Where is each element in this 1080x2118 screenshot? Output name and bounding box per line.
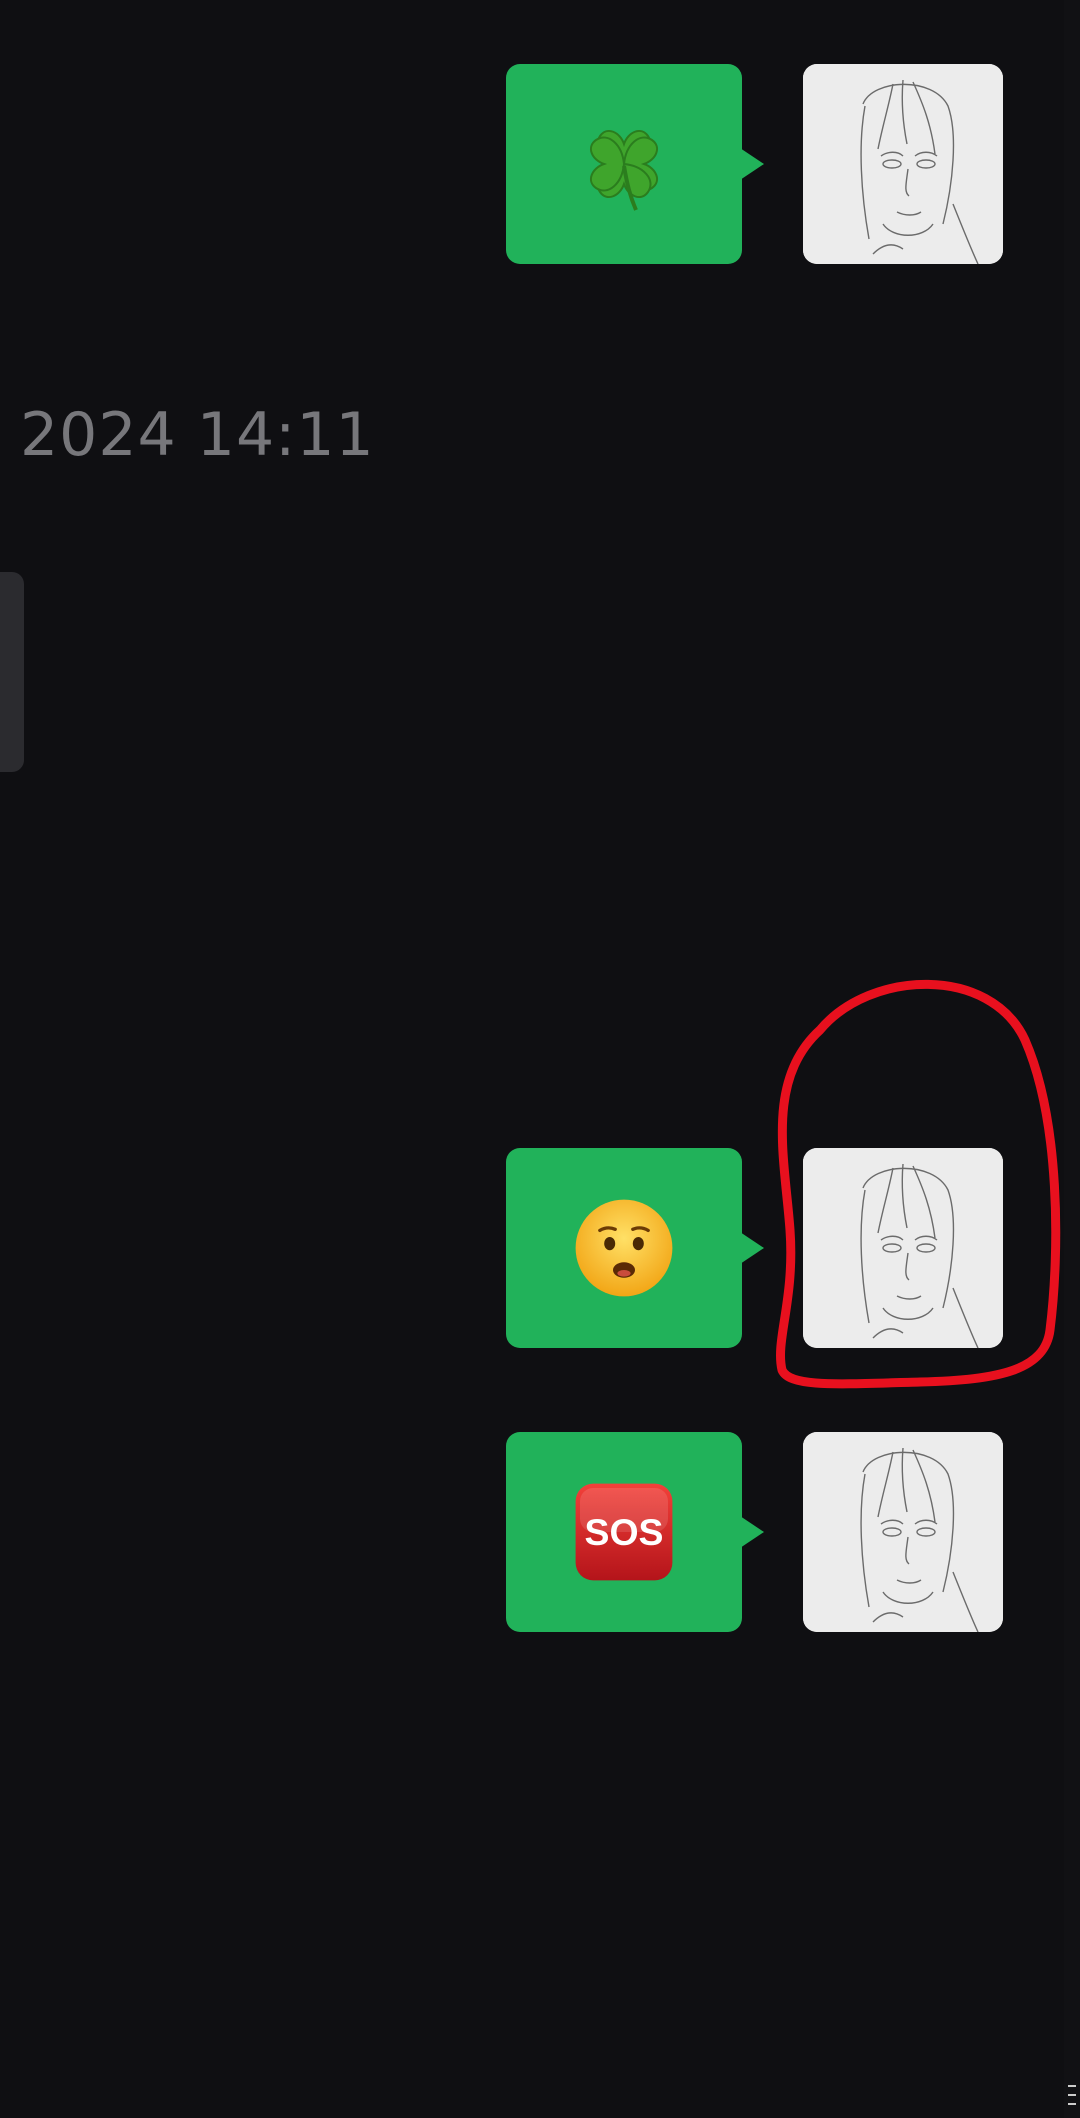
message-bubble[interactable] bbox=[506, 1148, 764, 1348]
message-bubble[interactable] bbox=[506, 64, 764, 264]
sos-label: SOS bbox=[585, 1511, 664, 1553]
sos-button-icon: SOS bbox=[575, 1483, 673, 1581]
incoming-message-bubble-partial[interactable] bbox=[0, 572, 24, 772]
sketch-portrait-avatar bbox=[803, 1148, 1003, 1348]
four-leaf-clover-icon bbox=[589, 129, 659, 211]
avatar[interactable] bbox=[803, 1148, 1003, 1348]
message-timestamp: 2024 14:11 bbox=[20, 400, 375, 470]
avatar[interactable] bbox=[803, 64, 1003, 264]
chat-window: 2024 14:11 SOS bbox=[0, 0, 1080, 2118]
message-row-sos: SOS bbox=[506, 1432, 1006, 1632]
sketch-portrait-avatar bbox=[803, 64, 1003, 264]
sketch-portrait-avatar bbox=[803, 1432, 1003, 1632]
anxious-face-icon bbox=[575, 1199, 673, 1297]
avatar[interactable] bbox=[803, 1432, 1003, 1632]
scroll-handle-icon[interactable] bbox=[1066, 2082, 1078, 2108]
screen-edge bbox=[1064, 0, 1080, 2118]
message-bubble[interactable]: SOS bbox=[506, 1432, 764, 1632]
message-row-clover bbox=[506, 64, 1006, 264]
message-row-anxious-face bbox=[506, 1148, 1006, 1348]
